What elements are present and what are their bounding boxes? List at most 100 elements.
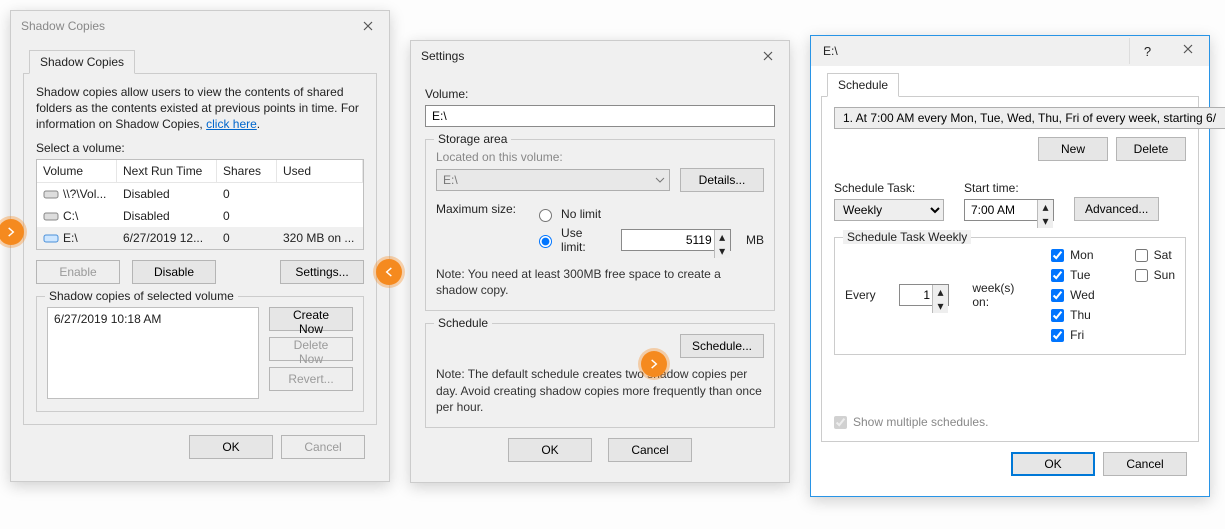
cell-sh: 0: [217, 205, 277, 227]
cell-sh: 0: [217, 183, 277, 205]
close-icon[interactable]: [1167, 38, 1209, 60]
table-row[interactable]: \\?\Vol... Disabled 0: [37, 183, 363, 205]
table-header: Volume Next Run Time Shares Used: [37, 160, 363, 183]
schedule-summary-select[interactable]: 1. At 7:00 AM every Mon, Tue, Wed, Thu, …: [834, 107, 1225, 129]
delete-now-button[interactable]: Delete Now: [269, 337, 353, 361]
task-label: Schedule Task:: [834, 181, 944, 195]
schedule-button[interactable]: Schedule...: [680, 334, 764, 358]
spin-up-icon[interactable]: ▴: [932, 285, 948, 299]
spin-down-icon[interactable]: ▾: [714, 244, 730, 258]
callout-marker-settings: [376, 259, 402, 285]
titlebar: E:\ ?: [811, 36, 1209, 66]
delete-button[interactable]: Delete: [1116, 137, 1186, 161]
drive-icon: [43, 232, 59, 244]
ok-button[interactable]: OK: [1011, 452, 1095, 476]
storage-area-group: Storage area Located on this volume: E:\…: [425, 139, 775, 311]
cell-nrt: Disabled: [117, 205, 217, 227]
day-sun[interactable]: Sun: [1135, 268, 1175, 282]
no-limit-label: No limit: [561, 207, 601, 221]
col-used[interactable]: Used: [277, 160, 363, 182]
intro-part1: Shadow copies allow users to view the co…: [36, 85, 359, 131]
click-here-link[interactable]: click here: [206, 117, 257, 131]
group-title: Shadow copies of selected volume: [45, 289, 238, 303]
cell-vol: \\?\Vol...: [63, 187, 106, 201]
cancel-button[interactable]: Cancel: [608, 438, 692, 462]
day-mon[interactable]: Mon: [1051, 248, 1094, 262]
close-icon[interactable]: [351, 15, 385, 37]
tabstrip: Schedule: [821, 72, 1199, 97]
shadow-copies-dialog: Shadow Copies Shadow Copies Shadow copie…: [10, 10, 390, 482]
tab-shadow-copies[interactable]: Shadow Copies: [29, 50, 135, 74]
day-wed[interactable]: Wed: [1051, 288, 1094, 302]
tabstrip: Shadow Copies: [23, 49, 377, 74]
weekly-group: Schedule Task Weekly Every ▴▾ week(s) on…: [834, 237, 1186, 355]
titlebar: Settings: [411, 41, 789, 71]
cell-vol: E:\: [63, 231, 78, 245]
col-nextrun[interactable]: Next Run Time: [117, 160, 217, 182]
snapshot-list[interactable]: 6/27/2019 10:18 AM: [47, 307, 259, 399]
spin-down-icon[interactable]: ▾: [932, 299, 948, 313]
cell-used: 320 MB on ...: [277, 227, 363, 249]
enable-button[interactable]: Enable: [36, 260, 120, 284]
create-now-button[interactable]: Create Now: [269, 307, 353, 331]
drive-icon: [43, 210, 59, 222]
ok-button[interactable]: OK: [508, 438, 592, 462]
spin-up-icon[interactable]: ▴: [714, 230, 730, 244]
every-label: Every: [845, 288, 876, 302]
schedule-group: Schedule Schedule... Note: The default s…: [425, 323, 775, 428]
max-size-label: Maximum size:: [436, 202, 524, 216]
weeks-on-label: week(s) on:: [972, 281, 1031, 309]
day-tue[interactable]: Tue: [1051, 268, 1094, 282]
volume-table: Volume Next Run Time Shares Used \\?\Vol…: [36, 159, 364, 250]
day-fri[interactable]: Fri: [1051, 328, 1094, 342]
use-limit-radio[interactable]: Use limit: ▴▾ MB: [534, 226, 764, 254]
no-limit-radio[interactable]: No limit: [534, 206, 764, 222]
spin-up-icon[interactable]: ▴: [1037, 200, 1053, 214]
table-row[interactable]: E:\ 6/27/2019 12... 0 320 MB on ...: [37, 227, 363, 249]
use-limit-label: Use limit:: [561, 226, 605, 254]
cell-nrt: 6/27/2019 12...: [117, 227, 217, 249]
window-title: E:\: [821, 44, 838, 58]
settings-dialog: Settings Volume: Storage area Located on…: [410, 40, 790, 483]
cell-vol: C:\: [63, 209, 78, 223]
titlebar: Shadow Copies: [11, 11, 389, 41]
tab-schedule[interactable]: Schedule: [827, 73, 899, 97]
multi-label: Show multiple schedules.: [853, 415, 988, 429]
spin-down-icon[interactable]: ▾: [1037, 214, 1053, 228]
disable-button[interactable]: Disable: [132, 260, 216, 284]
col-volume[interactable]: Volume: [37, 160, 117, 182]
start-time-spinner[interactable]: ▴▾: [964, 199, 1054, 221]
day-sat[interactable]: Sat: [1135, 248, 1175, 262]
new-button[interactable]: New: [1038, 137, 1108, 161]
group-title: Schedule: [434, 316, 492, 330]
revert-button[interactable]: Revert...: [269, 367, 353, 391]
located-volume-select: E:\: [436, 169, 670, 191]
volume-field: [425, 105, 775, 127]
size-spinner[interactable]: ▴▾: [621, 229, 731, 251]
table-row[interactable]: C:\ Disabled 0: [37, 205, 363, 227]
ok-button[interactable]: OK: [189, 435, 273, 459]
day-thu[interactable]: Thu: [1051, 308, 1094, 322]
volume-label: Volume:: [425, 87, 775, 101]
snapshot-item[interactable]: 6/27/2019 10:18 AM: [54, 312, 252, 326]
settings-button[interactable]: Settings...: [280, 260, 364, 284]
advanced-button[interactable]: Advanced...: [1074, 197, 1159, 221]
callout-marker-schedule: [641, 351, 667, 377]
close-icon[interactable]: [751, 45, 785, 67]
storage-note: Note: You need at least 300MB free space…: [436, 266, 764, 298]
cancel-button[interactable]: Cancel: [1103, 452, 1187, 476]
cell-nrt: Disabled: [117, 183, 217, 205]
show-multiple-check[interactable]: Show multiple schedules.: [834, 415, 1186, 429]
help-button[interactable]: ?: [1129, 38, 1165, 64]
select-volume-label: Select a volume:: [36, 141, 364, 155]
task-select[interactable]: Weekly: [834, 199, 944, 221]
chevron-down-icon: [655, 175, 665, 185]
drive-icon: [43, 188, 59, 200]
cancel-button[interactable]: Cancel: [281, 435, 365, 459]
every-spinner[interactable]: ▴▾: [899, 284, 949, 306]
group-title: Storage area: [434, 132, 511, 146]
start-label: Start time:: [964, 181, 1054, 195]
cell-sh: 0: [217, 227, 277, 249]
details-button[interactable]: Details...: [680, 168, 764, 192]
col-shares[interactable]: Shares: [217, 160, 277, 182]
